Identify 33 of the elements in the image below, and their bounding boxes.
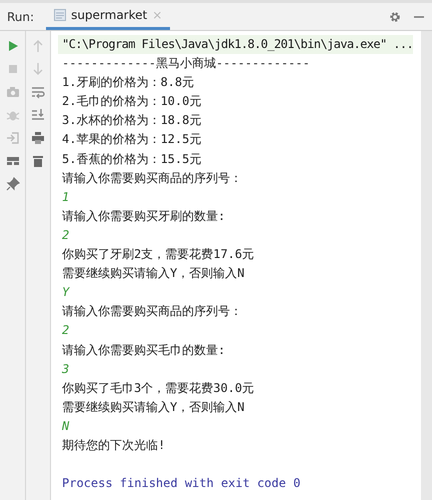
output-line: 4.苹果的价格为：12.5元	[62, 131, 202, 148]
settings-icon[interactable]	[388, 10, 402, 24]
output-line: 3.水杯的价格为：18.8元	[62, 112, 202, 130]
user-input-line: 1	[62, 188, 70, 206]
camera-icon[interactable]	[6, 85, 20, 99]
output-line: -------------黑马小商城-------------	[62, 55, 311, 72]
user-input-line: 2	[62, 226, 70, 244]
output-line: 1.牙刷的价格为：8.8元	[62, 74, 196, 92]
output-line: 请输入你需要购买商品的序列号：	[62, 303, 243, 320]
output-line: 2.毛巾的价格为：10.0元	[62, 93, 202, 110]
run-label: Run:	[6, 10, 36, 24]
output-line: 期待您的下次光临!	[62, 436, 166, 454]
soft-wrap-icon[interactable]	[31, 85, 45, 99]
print-icon[interactable]	[31, 131, 45, 145]
scroll-to-end-icon[interactable]	[31, 108, 45, 122]
trash-icon[interactable]	[31, 154, 45, 168]
output-line: 5.香蕉的价格为：15.5元	[62, 150, 202, 168]
exit-icon[interactable]	[6, 131, 20, 145]
user-input-line: 2	[62, 322, 70, 340]
output-line: 需要继续购买请输入Y，否则输入N	[62, 265, 246, 282]
output-line: 你购买了牙刷2支，需要花费17.6元	[62, 246, 256, 264]
output-line: 请输入你需要购买牙刷的数量:	[62, 208, 226, 225]
output-line: 你购买了毛巾3个，需要花费30.0元	[62, 380, 256, 397]
output-line: 请输入你需要购买商品的序列号：	[62, 170, 243, 187]
exit-message: Process finished with exit code 0	[62, 475, 302, 492]
output-line: 需要继续购买请输入Y，否则输入N	[62, 398, 246, 416]
output-line: 请输入你需要购买毛巾的数量:	[62, 342, 226, 358]
layout-icon[interactable]	[6, 154, 20, 168]
user-input-line: 3	[62, 360, 70, 378]
user-input-line: Y	[62, 284, 71, 302]
pin-icon[interactable]	[6, 177, 20, 191]
user-input-line: N	[62, 418, 70, 435]
console-icon	[54, 9, 66, 21]
